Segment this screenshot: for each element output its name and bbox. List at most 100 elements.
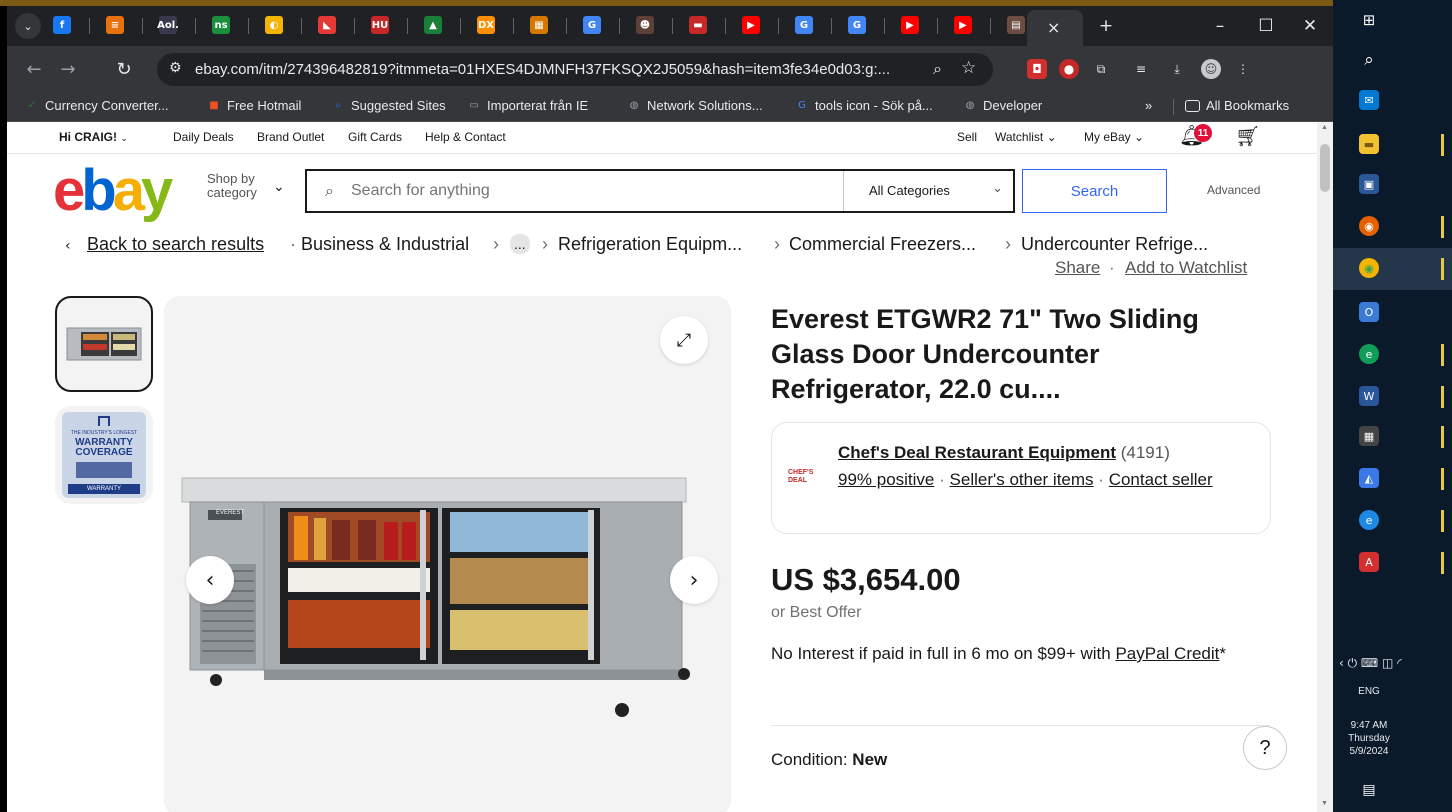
- breadcrumb-commercial-freezers[interactable]: Commercial Freezers...: [789, 234, 976, 255]
- gift-cards-link[interactable]: Gift Cards: [348, 130, 402, 144]
- clock-icon[interactable]: ◐: [265, 16, 283, 34]
- positive-feedback-link[interactable]: 99% positive: [838, 470, 934, 489]
- hu-icon[interactable]: HU: [371, 16, 389, 34]
- my-ebay-link[interactable]: My eBay ⌄: [1084, 130, 1144, 144]
- thumbnail-fridge[interactable]: [55, 296, 153, 392]
- youtube-icon[interactable]: ▶: [742, 16, 760, 34]
- address-bar[interactable]: ⚙ ebay.com/itm/274396482819?itmmeta=01HX…: [157, 53, 993, 86]
- help-button[interactable]: ?: [1243, 726, 1287, 770]
- aol-icon[interactable]: Aol.: [157, 16, 179, 34]
- flag-icon[interactable]: ◣: [318, 16, 336, 34]
- bookmark-item[interactable]: ⌕ Suggested Sites: [331, 98, 446, 113]
- minimize-button[interactable]: –: [1197, 6, 1243, 46]
- download-icon[interactable]: ⤓: [1167, 59, 1187, 79]
- windows-start-icon[interactable]: ⊞: [1359, 10, 1379, 30]
- close-tab-icon[interactable]: ×: [1047, 18, 1060, 37]
- zoom-icon[interactable]: ⌕: [933, 59, 942, 79]
- store-icon[interactable]: ▣: [1359, 174, 1379, 194]
- main-product-image[interactable]: EVEREST ⤢ ‹ ›: [164, 296, 731, 812]
- daily-deals-link[interactable]: Daily Deals: [173, 130, 234, 144]
- profile-avatar-icon[interactable]: ☺: [1201, 59, 1221, 79]
- page-scrollbar[interactable]: ▲ ▼: [1317, 122, 1333, 812]
- reading-list-icon[interactable]: ≡: [1131, 59, 1151, 79]
- all-bookmarks-button[interactable]: All Bookmarks: [1185, 98, 1289, 113]
- breadcrumb-undercounter[interactable]: Undercounter Refrige...: [1021, 234, 1208, 255]
- youtube-icon[interactable]: ▶: [954, 16, 972, 34]
- bookmark-item[interactable]: Gtools icon - Sök på...: [795, 98, 933, 113]
- firefox-icon[interactable]: ◉: [1359, 216, 1379, 236]
- breadcrumb-more[interactable]: ...: [510, 234, 530, 254]
- scroll-up-icon[interactable]: ▲: [1321, 124, 1328, 131]
- bookmark-item[interactable]: ■ Free Hotmail: [207, 98, 301, 113]
- photos-icon[interactable]: ◭: [1359, 468, 1379, 488]
- reload-icon[interactable]: ↻: [111, 56, 137, 82]
- fridge-icon[interactable]: ▤: [1007, 16, 1025, 34]
- chevron-down-icon[interactable]: ⌄: [273, 179, 285, 195]
- breadcrumb-business-industrial[interactable]: Business & Industrial: [301, 234, 469, 255]
- extension-shield-icon[interactable]: ●: [1059, 59, 1079, 79]
- menu-icon[interactable]: ≡: [106, 16, 124, 34]
- edge-icon[interactable]: e: [1359, 344, 1379, 364]
- edge-legacy-icon[interactable]: e: [1359, 510, 1379, 530]
- bookmark-item[interactable]: ◍ Developer: [963, 98, 1043, 113]
- bookmark-item[interactable]: ▭ Importerat från IE: [467, 98, 588, 113]
- calculator-icon[interactable]: ▦: [1359, 426, 1379, 446]
- acrobat-icon[interactable]: A: [1359, 552, 1379, 572]
- bookmark-item[interactable]: ◍ Network Solutions...: [627, 98, 763, 113]
- clock-time[interactable]: 9:47 AM: [1334, 720, 1404, 731]
- menu-icon[interactable]: ⋮: [1233, 59, 1253, 79]
- seller-name-link[interactable]: Chef's Deal Restaurant Equipment: [838, 443, 1116, 462]
- google-icon[interactable]: G: [848, 16, 866, 34]
- ebay-logo[interactable]: ebay: [53, 162, 173, 220]
- previous-image-button[interactable]: ‹: [186, 556, 234, 604]
- new-tab-button[interactable]: +: [1083, 6, 1129, 46]
- grid-icon[interactable]: ▦: [530, 16, 548, 34]
- chevron-down-icon[interactable]: ⌄: [992, 181, 1003, 196]
- active-tab[interactable]: ×: [1027, 10, 1083, 46]
- maximize-button[interactable]: ☐: [1243, 6, 1289, 46]
- chrome-icon[interactable]: ◉: [1359, 258, 1379, 278]
- advanced-search-link[interactable]: Advanced: [1207, 183, 1260, 197]
- language-indicator[interactable]: ENG: [1334, 686, 1404, 697]
- mail-icon[interactable]: ✉: [1359, 90, 1379, 110]
- bookmark-item[interactable]: ✓ Currency Converter...: [25, 98, 169, 113]
- drive-icon[interactable]: ▲: [424, 16, 442, 34]
- cart-icon[interactable]: 🛒︎: [1235, 124, 1260, 148]
- forward-icon[interactable]: →: [55, 56, 81, 82]
- system-tray-icons[interactable]: ‹ ⏻ ⌨ ◫ ◜: [1339, 656, 1402, 671]
- thumbnail-warranty[interactable]: THE INDUSTRY'S LONGEST WARRANTY COVERAGE…: [55, 406, 153, 504]
- site-settings-icon[interactable]: ⚙: [169, 60, 182, 76]
- outlook-icon[interactable]: O: [1359, 302, 1379, 322]
- sellers-other-items-link[interactable]: Seller's other items: [950, 470, 1094, 489]
- url-text[interactable]: ebay.com/itm/274396482819?itmmeta=01HXES…: [195, 61, 915, 78]
- back-icon[interactable]: ←: [21, 56, 47, 82]
- ns-icon[interactable]: ns: [212, 16, 230, 34]
- extension-red-icon[interactable]: ◘: [1027, 59, 1047, 79]
- word-icon[interactable]: W: [1359, 386, 1379, 406]
- watchlist-link[interactable]: Watchlist ⌄: [995, 130, 1057, 144]
- share-link[interactable]: Share: [1055, 258, 1100, 278]
- expand-image-icon[interactable]: ⤢: [660, 316, 708, 364]
- shop-by-category-button[interactable]: Shop by category: [207, 172, 269, 200]
- scrollbar-thumb[interactable]: [1320, 144, 1330, 192]
- google-icon[interactable]: G: [795, 16, 813, 34]
- google-icon[interactable]: G: [583, 16, 601, 34]
- notifications-icon[interactable]: ▤: [1359, 780, 1379, 800]
- category-select[interactable]: All Categories: [869, 183, 950, 198]
- scroll-down-icon[interactable]: ▼: [1321, 800, 1328, 807]
- add-to-watchlist-link[interactable]: Add to Watchlist: [1125, 258, 1247, 278]
- back-to-search-link[interactable]: Back to search results: [87, 234, 264, 255]
- more-bookmarks-button[interactable]: »: [1145, 98, 1152, 113]
- file-explorer-icon[interactable]: ▬: [1359, 134, 1379, 154]
- next-image-button[interactable]: ›: [670, 556, 718, 604]
- taskbar-search-icon[interactable]: ⌕: [1359, 50, 1379, 70]
- tab-search-icon[interactable]: ⌄: [15, 13, 41, 39]
- breadcrumb-refrigeration[interactable]: Refrigeration Equipm...: [558, 234, 742, 255]
- stripe-flag-icon[interactable]: ▬: [689, 16, 707, 34]
- close-window-button[interactable]: ✕: [1287, 6, 1333, 46]
- dx-icon[interactable]: DX: [477, 16, 495, 34]
- youtube-icon[interactable]: ▶: [901, 16, 919, 34]
- paypal-credit-link[interactable]: PayPal Credit: [1115, 644, 1219, 663]
- brand-outlet-link[interactable]: Brand Outlet: [257, 130, 324, 144]
- help-contact-link[interactable]: Help & Contact: [425, 130, 506, 144]
